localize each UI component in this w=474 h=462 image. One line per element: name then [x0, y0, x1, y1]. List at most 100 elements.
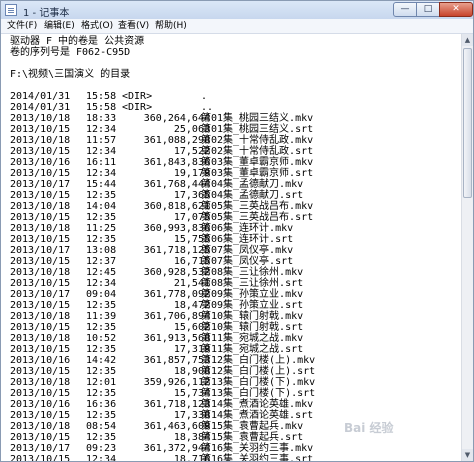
entry-date: 2013/10/15	[10, 190, 71, 201]
file-row: 2013/10/18 12:01 359,926,112 第13集_白门楼(下).mk…	[10, 377, 460, 388]
entry-date: 2013/10/18	[10, 311, 71, 322]
entry-time: 12:34	[86, 146, 117, 157]
entry-size: 21,541	[173, 278, 210, 289]
entry-size: 361,913,568	[143, 333, 210, 344]
entry-name: 第13集_白门楼(下).srt	[201, 388, 316, 399]
entry-date: 2013/10/16	[10, 157, 71, 168]
entry-size: 361,843,836	[143, 157, 210, 168]
file-row: 2013/10/15 12:34 25,063 第01集_桃园三结义.srt	[10, 124, 460, 135]
entry-date: 2013/10/15	[10, 410, 71, 421]
entry-name: 第02集_十常侍乱政.mkv	[201, 135, 314, 146]
entry-size: 18,472	[173, 300, 210, 311]
entry-time: 11:39	[86, 311, 117, 322]
entry-size: 361,463,609	[143, 421, 210, 432]
file-row: 2013/10/17 09:04 361,778,092 第09集_孙策立业.mkv	[10, 289, 460, 300]
entry-date: 2013/10/16	[10, 355, 71, 366]
entry-size: 361,372,944	[143, 443, 210, 454]
entry-time: 12:35	[86, 432, 117, 443]
file-row: 2013/10/15 12:35 17,075 第05集_三英战吕布.srt	[10, 212, 460, 223]
entry-time: 09:23	[86, 443, 117, 454]
entry-name: 第01集_桃园三结义.srt	[201, 124, 314, 135]
entry-date: 2013/10/15	[10, 300, 71, 311]
entry-time: 12:35	[86, 190, 117, 201]
entry-name: 第02集_十常侍乱政.srt	[201, 146, 314, 157]
entry-size: 360,928,532	[143, 267, 210, 278]
notepad-icon	[5, 4, 17, 16]
entry-size: 17,319	[173, 344, 210, 355]
entry-date: 2013/10/17	[10, 179, 71, 190]
entry-size: 361,088,298	[143, 135, 210, 146]
entry-size: 18,716	[173, 454, 210, 461]
entry-name: 第08集_三让徐州.mkv	[201, 267, 304, 278]
file-row: 2013/10/15 12:35 15,734 第13集_白门楼(下).srt	[10, 388, 460, 399]
watermark: Bai 经验	[344, 421, 394, 435]
menu-help[interactable]: 帮助(H)	[155, 20, 187, 32]
entry-size: 17,075	[173, 212, 210, 223]
entry-name: 第03集_董卓霸京师.srt	[201, 168, 314, 179]
text-area[interactable]: 驱动器 F 中的卷是 公共资源 卷的序列号是 F062-C95D F:\视频\三…	[1, 34, 461, 461]
menu-file[interactable]: 文件(F)	[7, 20, 37, 32]
entry-time: 12:35	[86, 344, 117, 355]
entry-date: 2013/10/15	[10, 278, 71, 289]
entry-time: 15:58	[86, 102, 117, 113]
entry-name: 第04集_孟德献刀.mkv	[201, 179, 304, 190]
file-row: 2013/10/17 15:44 361,768,444 第04集_孟德献刀.mkv	[10, 179, 460, 190]
entry-time: 12:35	[86, 212, 117, 223]
menu-view[interactable]: 查看(V)	[118, 20, 149, 32]
entry-name: 第03集_董卓霸京师.mkv	[201, 157, 314, 168]
entry-name: 第12集_白门楼(上).mkv	[201, 355, 316, 366]
entry-size: 361,778,092	[143, 289, 210, 300]
entry-time: 10:52	[86, 333, 117, 344]
file-row: 2013/10/15 12:35 17,365 第04集_孟德献刀.srt	[10, 190, 460, 201]
entry-time: 12:35	[86, 300, 117, 311]
entry-date: 2013/10/17	[10, 245, 71, 256]
entry-time: 08:54	[86, 421, 117, 432]
entry-size: 25,063	[173, 124, 210, 135]
minimize-button[interactable]: —	[393, 2, 417, 17]
scroll-up-icon[interactable]: ▲	[462, 34, 473, 46]
file-row: 2013/10/16 14:42 361,857,753 第12集_白门楼(上).mk…	[10, 355, 460, 366]
entry-date: 2014/01/31	[10, 102, 71, 113]
file-row: 2013/10/15 12:34 21,541 第08集_三让徐州.srt	[10, 278, 460, 289]
menu-edit[interactable]: 编辑(E)	[44, 20, 75, 32]
file-row: 2013/10/18 10:52 361,913,568 第11集_宛城之战.mkv	[10, 333, 460, 344]
entry-name: 第10集_辕门射戟.srt	[201, 322, 304, 333]
entry-time: 14:42	[86, 355, 117, 366]
entry-size: 17,365	[173, 190, 210, 201]
file-row: 2013/10/18 12:45 360,928,532 第08集_三让徐州.mkv	[10, 267, 460, 278]
entry-date: 2013/10/15	[10, 212, 71, 223]
entry-name: .	[201, 91, 208, 102]
entry-size: 361,718,125	[143, 245, 210, 256]
scroll-thumb[interactable]	[463, 48, 472, 198]
entry-size: 360,264,644	[143, 113, 210, 124]
entry-date: 2013/10/18	[10, 135, 71, 146]
entry-time: 11:25	[86, 223, 117, 234]
entry-time: 12:34	[86, 168, 117, 179]
entry-name: 第09集_孙策立业.srt	[201, 300, 304, 311]
entry-name: 第09集_孙策立业.mkv	[201, 289, 304, 300]
title-bar[interactable]: 1 - 记事本 — □ ✕	[1, 1, 473, 19]
file-row: 2013/10/15 12:34 17,522 第02集_十常侍乱政.srt	[10, 146, 460, 157]
scroll-down-icon[interactable]: ▼	[462, 449, 473, 461]
entry-size: 15,602	[173, 322, 210, 333]
entry-size: 361,718,123	[143, 399, 210, 410]
entry-date: 2013/10/16	[10, 399, 71, 410]
entry-date: 2013/10/15	[10, 454, 71, 461]
entry-name: 第08集_三让徐州.srt	[201, 278, 304, 289]
file-row: 2013/10/15 12:35 15,602 第10集_辕门射戟.srt	[10, 322, 460, 333]
entry-size: 361,768,444	[143, 179, 210, 190]
entry-time: 12:34	[86, 454, 117, 461]
entry-name: 第04集_孟德献刀.srt	[201, 190, 304, 201]
entry-time: 14:04	[86, 201, 117, 212]
entry-size: 360,993,836	[143, 223, 210, 234]
entry-size: 361,857,753	[143, 355, 210, 366]
entry-time: 12:34	[86, 278, 117, 289]
entry-size: 17,522	[173, 146, 210, 157]
close-button[interactable]: ✕	[439, 2, 473, 17]
entry-name: 第07集_凤仪亭.srt	[201, 256, 294, 267]
maximize-button[interactable]: □	[416, 2, 440, 17]
vertical-scrollbar[interactable]: ▲ ▼	[461, 34, 473, 461]
menu-format[interactable]: 格式(O)	[81, 20, 113, 32]
file-row: 2013/10/17 09:23 361,372,944 第16集_关羽约三事.mkv	[10, 443, 460, 454]
entry-time: 13:08	[86, 245, 117, 256]
